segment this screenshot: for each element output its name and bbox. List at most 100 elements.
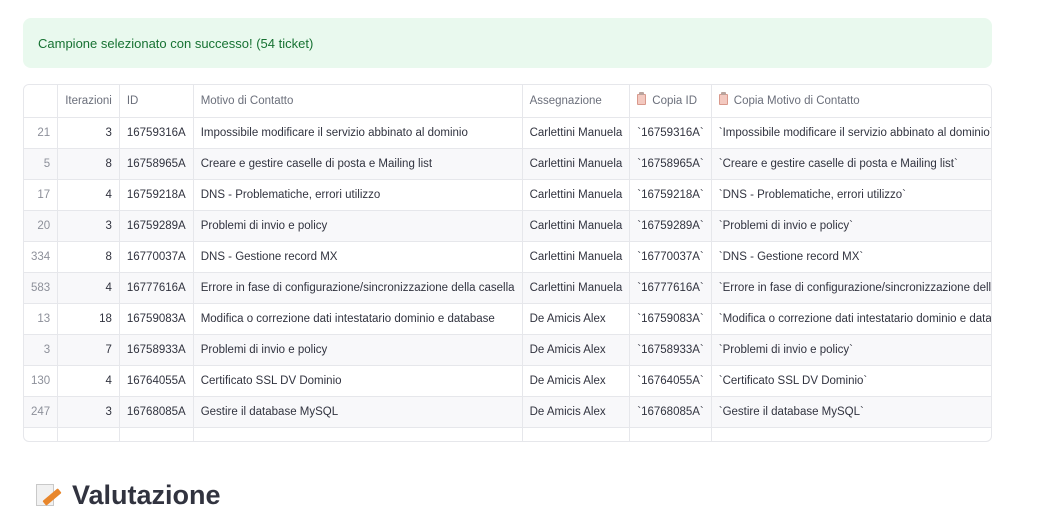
id-cell[interactable]: 16759316A bbox=[119, 117, 194, 149]
iterazioni-cell[interactable]: 4 bbox=[57, 272, 120, 304]
copia-motivo-cell[interactable]: `Problemi di invio e policy` bbox=[711, 334, 991, 366]
success-alert: Campione selezionato con successo! (54 t… bbox=[23, 18, 992, 68]
iterazioni-cell[interactable]: 4 bbox=[57, 179, 120, 211]
clipboard-icon bbox=[718, 92, 728, 106]
iterazioni-cell[interactable]: 3 bbox=[57, 210, 120, 242]
table-row[interactable]: 334 8 16770037A DNS - Gestione record MX Car… bbox=[24, 241, 991, 273]
assegnazione-cell[interactable]: Carlettini Manuela bbox=[522, 241, 631, 273]
row-index[interactable] bbox=[24, 427, 59, 441]
table-row[interactable]: 583 4 16777616A Errore in fase di configura… bbox=[24, 272, 991, 304]
row-index[interactable]: 334 bbox=[24, 241, 59, 273]
copia-motivo-cell[interactable]: `Gestire il database MySQL` bbox=[711, 396, 991, 428]
assegnazione-cell[interactable]: De Amicis Alex bbox=[522, 334, 631, 366]
iterazioni-cell[interactable]: 3 bbox=[57, 396, 120, 428]
copia-motivo-cell[interactable]: `DNS - Gestione record MX` bbox=[711, 241, 991, 273]
row-index[interactable]: 13 bbox=[24, 303, 59, 335]
motivo-cell[interactable]: Problemi di invio e policy bbox=[193, 334, 523, 366]
table-row[interactable]: 20 3 16759289A Problemi di invio e policy Ca… bbox=[24, 210, 991, 242]
header-row: Iterazioni ID Motivo di Contatto Assegna… bbox=[24, 85, 991, 118]
assegnazione-cell[interactable]: Carlettini Manuela bbox=[522, 117, 631, 149]
id-cell[interactable]: 16759289A bbox=[119, 210, 194, 242]
iterazioni-cell[interactable]: 7 bbox=[57, 334, 120, 366]
iterazioni-cell[interactable]: 8 bbox=[57, 148, 120, 180]
copia-motivo-cell[interactable]: `Impossibile modificare il servizio abbi… bbox=[711, 117, 991, 149]
copia-motivo-cell[interactable]: `Modifica o correzione dati intestatario… bbox=[711, 303, 991, 335]
table-row[interactable] bbox=[24, 427, 991, 441]
row-index[interactable]: 3 bbox=[24, 334, 59, 366]
id-cell[interactable]: 16777616A bbox=[119, 272, 194, 304]
id-cell[interactable]: 16759218A bbox=[119, 179, 194, 211]
row-index[interactable]: 130 bbox=[24, 365, 59, 397]
assegnazione-cell[interactable]: Carlettini Manuela bbox=[522, 210, 631, 242]
id-cell[interactable]: 16758965A bbox=[119, 148, 194, 180]
motivo-cell[interactable]: Creare e gestire caselle di posta e Mail… bbox=[193, 148, 523, 180]
tickets-table[interactable]: Iterazioni ID Motivo di Contatto Assegna… bbox=[23, 84, 992, 442]
table-row[interactable]: 247 3 16768085A Gestire il database MySQL De… bbox=[24, 396, 991, 428]
assegnazione-cell[interactable]: De Amicis Alex bbox=[522, 396, 631, 428]
assegnazione-cell[interactable]: Carlettini Manuela bbox=[522, 179, 631, 211]
assegnazione-cell[interactable] bbox=[522, 427, 631, 441]
valutazione-section: Valutazione bbox=[34, 478, 221, 512]
copia-motivo-cell[interactable]: `Errore in fase di configurazione/sincro… bbox=[711, 272, 991, 304]
copia-motivo-cell[interactable]: `Creare e gestire caselle di posta e Mai… bbox=[711, 148, 991, 180]
row-index[interactable]: 21 bbox=[24, 117, 59, 149]
copia-id-cell[interactable]: `16770037A` bbox=[629, 241, 712, 273]
assegnazione-cell[interactable]: De Amicis Alex bbox=[522, 303, 631, 335]
copia-id-cell[interactable]: `16759218A` bbox=[629, 179, 712, 211]
copia-id-cell[interactable]: `16759083A` bbox=[629, 303, 712, 335]
copia-id-cell[interactable] bbox=[629, 427, 712, 441]
motivo-cell[interactable]: Impossibile modificare il servizio abbin… bbox=[193, 117, 523, 149]
motivo-cell[interactable]: Gestire il database MySQL bbox=[193, 396, 523, 428]
row-index[interactable]: 583 bbox=[24, 272, 59, 304]
id-cell[interactable] bbox=[119, 427, 194, 441]
table-row[interactable]: 17 4 16759218A DNS - Problematiche, errori … bbox=[24, 179, 991, 211]
motivo-cell[interactable]: DNS - Gestione record MX bbox=[193, 241, 523, 273]
id-cell[interactable]: 16770037A bbox=[119, 241, 194, 273]
row-index[interactable]: 247 bbox=[24, 396, 59, 428]
copia-id-cell[interactable]: `16764055A` bbox=[629, 365, 712, 397]
iterazioni-cell[interactable] bbox=[57, 427, 120, 441]
motivo-header[interactable]: Motivo di Contatto bbox=[193, 85, 523, 118]
copia-id-cell[interactable]: `16777616A` bbox=[629, 272, 712, 304]
iterazioni-cell[interactable]: 18 bbox=[57, 303, 120, 335]
iterazioni-cell[interactable]: 4 bbox=[57, 365, 120, 397]
copia-id-cell[interactable]: `16758933A` bbox=[629, 334, 712, 366]
motivo-cell[interactable] bbox=[193, 427, 523, 441]
motivo-cell[interactable]: Problemi di invio e policy bbox=[193, 210, 523, 242]
id-cell[interactable]: 16768085A bbox=[119, 396, 194, 428]
iterazioni-cell[interactable]: 8 bbox=[57, 241, 120, 273]
id-cell[interactable]: 16758933A bbox=[119, 334, 194, 366]
copia-motivo-cell[interactable]: `Certificato SSL DV Dominio` bbox=[711, 365, 991, 397]
table-row[interactable]: 5 8 16758965A Creare e gestire caselle di p… bbox=[24, 148, 991, 180]
row-index[interactable]: 17 bbox=[24, 179, 59, 211]
index-header bbox=[24, 85, 59, 118]
id-header[interactable]: ID bbox=[119, 85, 194, 118]
copia-motivo-header[interactable]: Copia Motivo di Contatto bbox=[711, 85, 991, 118]
copia-motivo-cell[interactable]: `Problemi di invio e policy` bbox=[711, 210, 991, 242]
copia-id-cell[interactable]: `16759289A` bbox=[629, 210, 712, 242]
assegnazione-cell[interactable]: Carlettini Manuela bbox=[522, 148, 631, 180]
assegnazione-header[interactable]: Assegnazione bbox=[522, 85, 631, 118]
assegnazione-cell[interactable]: Carlettini Manuela bbox=[522, 272, 631, 304]
copia-id-header[interactable]: Copia ID bbox=[629, 85, 712, 118]
motivo-cell[interactable]: DNS - Problematiche, errori utilizzo bbox=[193, 179, 523, 211]
copia-id-cell[interactable]: `16759316A` bbox=[629, 117, 712, 149]
table-row[interactable]: 130 4 16764055A Certificato SSL DV Dominio D… bbox=[24, 365, 991, 397]
iterazioni-cell[interactable]: 3 bbox=[57, 117, 120, 149]
iterazioni-header[interactable]: Iterazioni bbox=[57, 85, 120, 118]
table-row[interactable]: 3 7 16758933A Problemi di invio e policy De … bbox=[24, 334, 991, 366]
row-index[interactable]: 20 bbox=[24, 210, 59, 242]
motivo-cell[interactable]: Certificato SSL DV Dominio bbox=[193, 365, 523, 397]
table-row[interactable]: 21 3 16759316A Impossibile modificare il se… bbox=[24, 117, 991, 149]
copia-id-cell[interactable]: `16768085A` bbox=[629, 396, 712, 428]
motivo-cell[interactable]: Modifica o correzione dati intestatario … bbox=[193, 303, 523, 335]
assegnazione-cell[interactable]: De Amicis Alex bbox=[522, 365, 631, 397]
id-cell[interactable]: 16759083A bbox=[119, 303, 194, 335]
motivo-cell[interactable]: Errore in fase di configurazione/sincron… bbox=[193, 272, 523, 304]
table-row[interactable]: 13 18 16759083A Modifica o correzione dati … bbox=[24, 303, 991, 335]
id-cell[interactable]: 16764055A bbox=[119, 365, 194, 397]
copia-id-cell[interactable]: `16758965A` bbox=[629, 148, 712, 180]
row-index[interactable]: 5 bbox=[24, 148, 59, 180]
copia-motivo-cell[interactable]: `DNS - Problematiche, errori utilizzo` bbox=[711, 179, 991, 211]
copia-motivo-cell[interactable] bbox=[711, 427, 991, 441]
